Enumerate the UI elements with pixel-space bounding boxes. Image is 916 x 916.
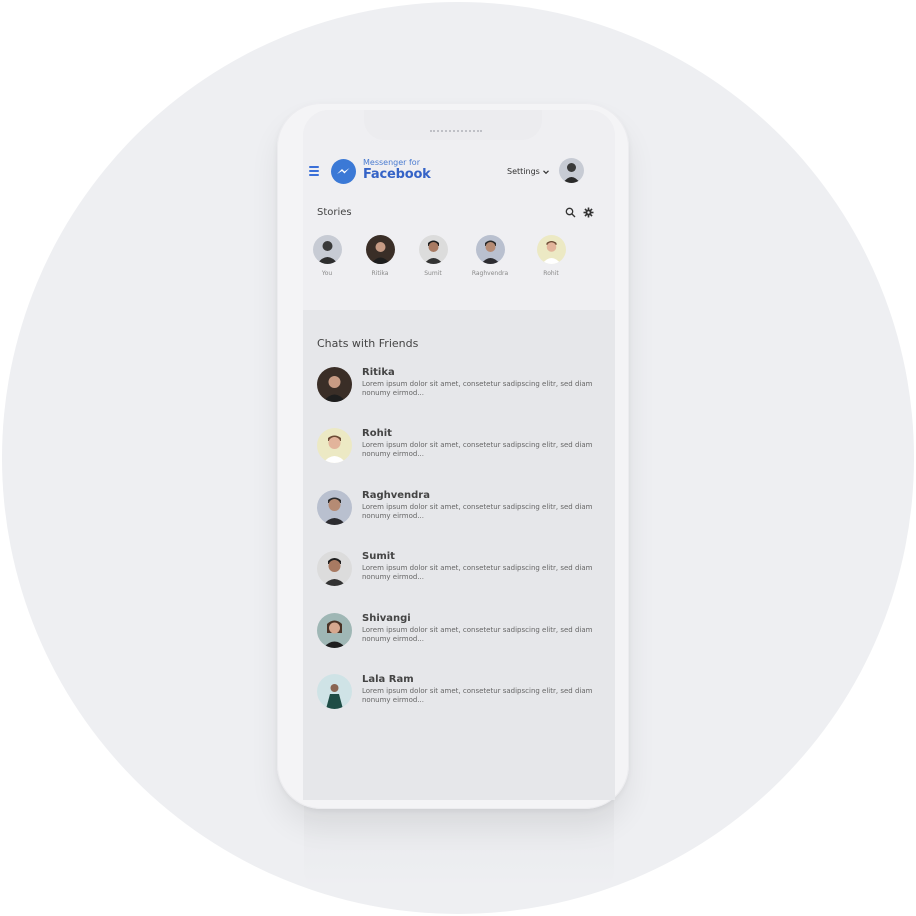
chat-avatar [317, 367, 352, 402]
story-item[interactable]: Rohit [531, 235, 571, 277]
brand-subtitle: Messenger for [363, 158, 420, 167]
story-item[interactable]: You [307, 235, 347, 277]
story-avatar [536, 235, 566, 264]
stories-heading: Stories [317, 207, 352, 218]
chat-item[interactable]: Lala Ram Lorem ipsum dolor sit amet, con… [317, 674, 607, 714]
chat-name: Shivangi [362, 613, 411, 624]
chat-item[interactable]: Shivangi Lorem ipsum dolor sit amet, con… [317, 613, 607, 653]
story-avatar [312, 235, 342, 264]
chat-avatar [317, 490, 352, 525]
chats-heading: Chats with Friends [317, 337, 419, 350]
chat-preview: Lorem ipsum dolor sit amet, consetetur s… [362, 626, 593, 643]
chevron-down-icon[interactable] [542, 168, 550, 176]
story-name: You [321, 270, 333, 277]
phone-reflection [304, 800, 614, 888]
settings-dropdown[interactable]: Settings [507, 167, 540, 176]
story-name: Rohit [543, 270, 559, 277]
messenger-logo-icon [331, 159, 356, 184]
story-item[interactable]: Ritika [360, 235, 400, 277]
chat-item[interactable]: Ritika Lorem ipsum dolor sit amet, conse… [317, 367, 607, 407]
story-avatar [475, 235, 505, 264]
story-avatar [365, 235, 395, 264]
phone-notch [364, 110, 542, 140]
story-avatar [418, 235, 448, 264]
story-name: Sumit [424, 270, 442, 277]
chat-name: Rohit [362, 428, 392, 439]
chat-avatar [317, 551, 352, 586]
chat-item[interactable]: Rohit Lorem ipsum dolor sit amet, conset… [317, 428, 607, 468]
chat-avatar [317, 674, 352, 709]
story-name: Ritika [371, 270, 389, 277]
user-avatar[interactable] [559, 158, 584, 183]
chat-item[interactable]: Raghvendra Lorem ipsum dolor sit amet, c… [317, 490, 607, 530]
chat-preview: Lorem ipsum dolor sit amet, consetetur s… [362, 380, 593, 397]
chat-name: Sumit [362, 551, 395, 562]
chat-avatar [317, 613, 352, 648]
chat-name: Raghvendra [362, 490, 430, 501]
speaker-grille [430, 130, 482, 134]
chat-preview: Lorem ipsum dolor sit amet, consetetur s… [362, 441, 593, 458]
story-name: Raghvendra [471, 270, 509, 277]
hamburger-menu-icon[interactable] [309, 166, 319, 176]
gear-icon[interactable] [583, 207, 594, 218]
search-icon[interactable] [565, 207, 576, 218]
chat-item[interactable]: Sumit Lorem ipsum dolor sit amet, conset… [317, 551, 607, 591]
story-item[interactable]: Raghvendra [470, 235, 510, 277]
brand-title: Facebook [363, 167, 431, 182]
chat-preview: Lorem ipsum dolor sit amet, consetetur s… [362, 564, 593, 581]
story-item[interactable]: Sumit [413, 235, 453, 277]
chat-name: Ritika [362, 367, 395, 378]
chat-preview: Lorem ipsum dolor sit amet, consetetur s… [362, 503, 593, 520]
chat-preview: Lorem ipsum dolor sit amet, consetetur s… [362, 687, 593, 704]
chat-name: Lala Ram [362, 674, 414, 685]
chat-avatar [317, 428, 352, 463]
